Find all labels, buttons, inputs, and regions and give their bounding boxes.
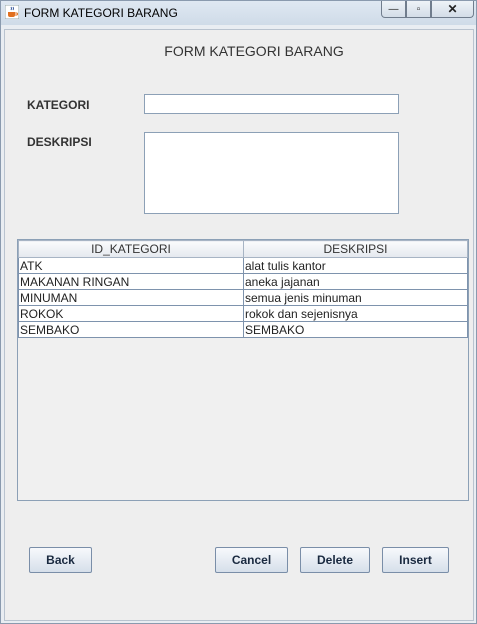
column-header-deskripsi[interactable]: DESKRIPSI xyxy=(243,240,468,258)
app-window: FORM KATEGORI BARANG — ▫ ✕ FORM KATEGORI… xyxy=(0,0,477,624)
table-cell[interactable]: semua jenis minuman xyxy=(243,289,468,306)
kategori-input[interactable] xyxy=(144,94,399,114)
column-header-id-kategori[interactable]: ID_KATEGORI xyxy=(18,240,244,258)
kategori-label: KATEGORI xyxy=(27,98,90,112)
delete-button[interactable]: Delete xyxy=(300,547,370,573)
table-header-row: ID_KATEGORI DESKRIPSI xyxy=(18,240,468,258)
minimize-button[interactable]: — xyxy=(381,1,406,18)
restore-icon: ▫ xyxy=(416,3,421,15)
table-cell[interactable]: SEMBAKO xyxy=(243,321,468,338)
cancel-button[interactable]: Cancel xyxy=(215,547,288,573)
close-button[interactable]: ✕ xyxy=(431,1,474,18)
table-cell[interactable]: ATK xyxy=(18,257,244,274)
form-title: FORM KATEGORI BARANG xyxy=(164,43,344,59)
close-icon: ✕ xyxy=(447,2,458,16)
table-cell[interactable]: aneka jajanan xyxy=(243,273,468,290)
table-row[interactable]: MAKANAN RINGAN aneka jajanan xyxy=(18,273,468,290)
java-cup-icon xyxy=(5,5,19,19)
back-button[interactable]: Back xyxy=(29,547,92,573)
deskripsi-label: DESKRIPSI xyxy=(27,135,92,149)
deskripsi-textarea[interactable] xyxy=(144,132,399,214)
kategori-table-scrollpane[interactable]: ID_KATEGORI DESKRIPSI ATK alat tulis kan… xyxy=(17,239,469,501)
table-cell[interactable]: MINUMAN xyxy=(18,289,244,306)
table-row[interactable]: SEMBAKO SEMBAKO xyxy=(18,321,468,338)
table-cell[interactable]: MAKANAN RINGAN xyxy=(18,273,244,290)
minimize-icon: — xyxy=(388,3,399,15)
table-cell[interactable]: SEMBAKO xyxy=(18,321,244,338)
insert-button[interactable]: Insert xyxy=(382,547,449,573)
table-row[interactable]: ROKOK rokok dan sejenisnya xyxy=(18,305,468,322)
kategori-table: ID_KATEGORI DESKRIPSI ATK alat tulis kan… xyxy=(18,240,468,338)
maximize-button[interactable]: ▫ xyxy=(406,1,431,18)
title-bar[interactable]: FORM KATEGORI BARANG — ▫ ✕ xyxy=(1,1,476,25)
table-cell[interactable]: ROKOK xyxy=(18,305,244,322)
table-row[interactable]: ATK alat tulis kantor xyxy=(18,257,468,274)
table-cell[interactable]: rokok dan sejenisnya xyxy=(243,305,468,322)
form-panel: FORM KATEGORI BARANG KATEGORI DESKRIPSI … xyxy=(4,29,474,621)
table-row[interactable]: MINUMAN semua jenis minuman xyxy=(18,289,468,306)
table-cell[interactable]: alat tulis kantor xyxy=(243,257,468,274)
window-title: FORM KATEGORI BARANG xyxy=(24,6,178,20)
window-controls: — ▫ ✕ xyxy=(381,1,474,19)
